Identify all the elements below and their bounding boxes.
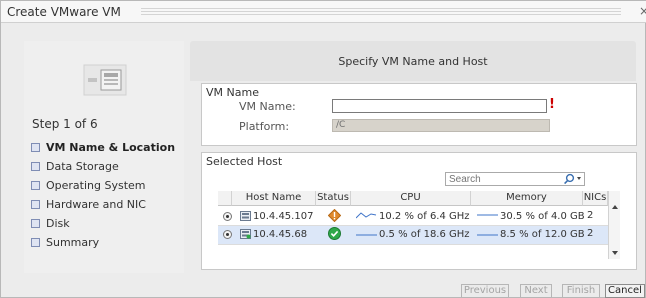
title-bar-grip [141,8,621,16]
step-disk[interactable]: Disk [31,214,175,233]
finish-button[interactable]: Finish [562,284,600,298]
memory-usage: 30.5 % of 4.0 GB [500,211,585,222]
step-label: Data Storage [46,160,119,173]
scroll-up-icon[interactable] [611,203,619,211]
row-radio-button[interactable] [223,212,232,221]
step-bullet-icon [31,200,40,209]
radio-column-header [218,191,232,206]
wizard-illustration-icon [83,64,127,96]
column-header-nics[interactable]: NICs [583,191,608,206]
step-data-storage[interactable]: Data Storage [31,157,175,176]
vm-name-label: VM Name: [239,100,296,113]
host-name: 10.4.45.68 [253,229,308,240]
column-header-cpu[interactable]: CPU [351,191,471,206]
panel-heading: Specify VM Name and Host [190,41,636,81]
previous-button[interactable]: Previous [461,284,509,298]
warning-status-icon [328,209,341,222]
column-header-host[interactable]: Host Name [232,191,316,206]
ok-status-icon [328,227,341,240]
host-server-icon [240,229,251,239]
vm-name-input[interactable] [332,99,547,113]
nic-count: 2 [587,228,594,239]
step-label: Summary [46,236,100,249]
step-label: Operating System [46,179,146,192]
nic-count: 2 [587,210,594,221]
required-marker-icon: ! [549,97,555,112]
platform-field: /C [332,119,550,132]
cpu-usage: 10.2 % of 6.4 GHz [379,211,470,222]
cpu-sparkline-icon [356,234,377,236]
step-counter: Step 1 of 6 [32,117,98,131]
vm-name-fieldset: VM Name [201,83,637,146]
window-title: Create VMware VM [7,5,121,19]
memory-sparkline-icon [477,234,498,236]
cpu-sparkline-icon [356,212,377,219]
step-bullet-icon [31,181,40,190]
close-icon[interactable]: × [639,4,646,18]
step-bullet-icon [31,219,40,228]
column-header-memory[interactable]: Memory [471,191,583,206]
panel-title: Specify VM Name and Host [338,55,488,68]
column-header-status[interactable]: Status [316,191,351,206]
step-label: Disk [46,217,70,230]
step-summary[interactable]: Summary [31,233,175,252]
selected-host-legend: Selected Host [206,155,283,168]
step-bullet-icon [31,238,40,247]
step-label: Hardware and NIC [46,198,146,211]
wizard-window: Create VMware VM × Step 1 of 6 VM Name &… [0,0,646,298]
search-icon[interactable] [562,172,584,185]
step-bullet-icon [31,143,40,152]
platform-label: Platform: [239,120,290,133]
memory-usage: 8.5 % of 12.0 GB [500,229,585,240]
title-bar: Create VMware VM × [1,1,646,23]
step-operating-system[interactable]: Operating System [31,176,175,195]
step-bullet-icon [31,162,40,171]
step-vm-name-location[interactable]: VM Name & Location [31,138,175,157]
cancel-button[interactable]: Cancel [605,284,645,298]
table-scrollbar[interactable] [608,191,620,259]
host-name: 10.4.45.107 [253,211,314,222]
vm-name-legend: VM Name [206,86,259,99]
step-hardware-nic[interactable]: Hardware and NIC [31,195,175,214]
memory-sparkline-icon [477,214,498,216]
step-label: VM Name & Location [46,141,176,154]
cpu-usage: 0.5 % of 18.6 GHz [379,229,470,240]
next-button[interactable]: Next [520,284,552,298]
wizard-step-list: VM Name & Location Data Storage Operatin… [31,138,175,252]
scroll-down-icon[interactable] [611,249,619,257]
host-server-icon [240,211,251,221]
row-radio-button-selected[interactable] [223,230,232,239]
